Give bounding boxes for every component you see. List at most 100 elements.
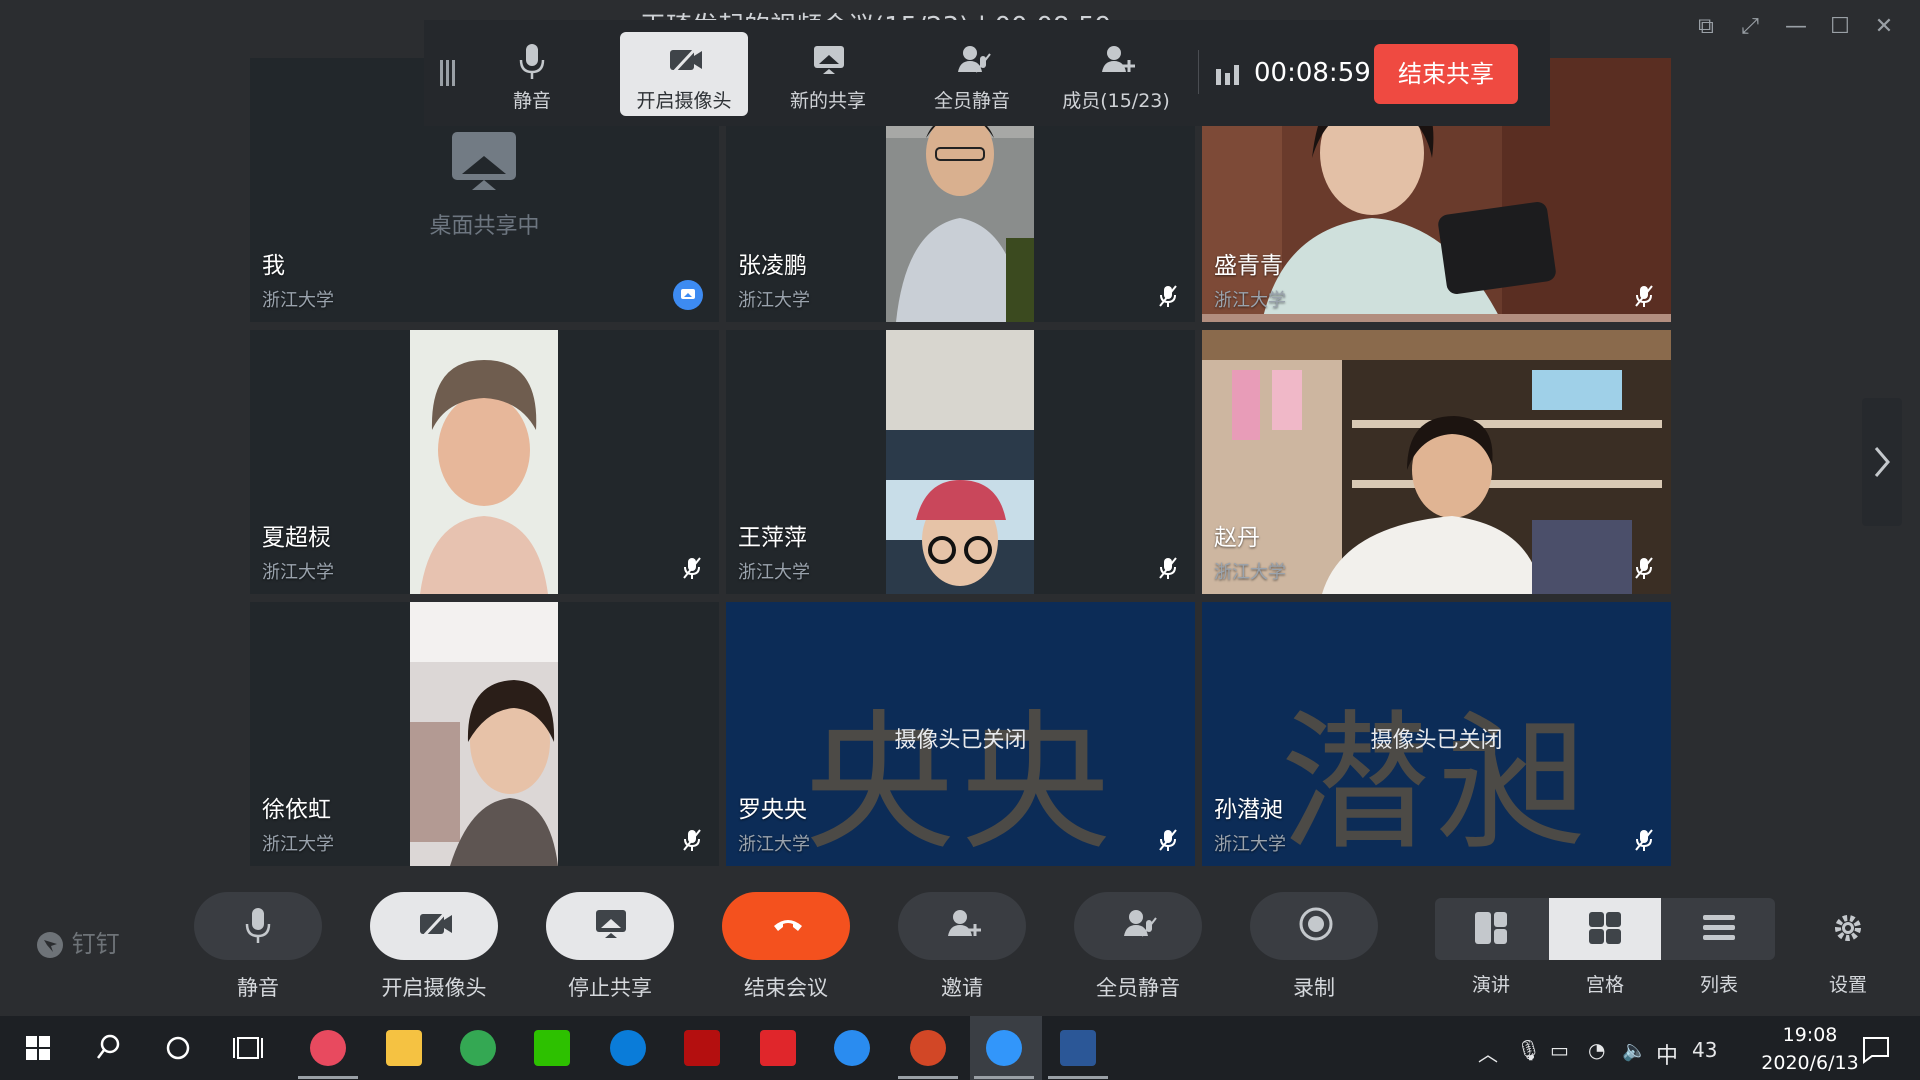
participant-name: 盛青青 [1214, 253, 1283, 279]
start-icon[interactable] [14, 1026, 62, 1070]
close-icon[interactable]: ✕ [1866, 12, 1902, 42]
ime-indicator[interactable]: 中 [1656, 1038, 1678, 1070]
signal-strength-icon [1216, 65, 1239, 85]
toolbar-camera-button[interactable]: 开启摄像头 [620, 32, 748, 116]
running-indicator [1048, 1076, 1108, 1079]
running-indicator [898, 1076, 958, 1079]
cortana-icon[interactable] [154, 1026, 202, 1070]
powerpoint-icon[interactable] [910, 1030, 946, 1066]
record-button[interactable] [1250, 892, 1378, 960]
participant-tile[interactable]: 徐依虹 浙江大学 [250, 602, 719, 866]
participant-tile[interactable]: 王萍萍 浙江大学 [726, 330, 1195, 594]
file-explorer-icon[interactable] [386, 1030, 422, 1066]
youdao-icon[interactable] [760, 1030, 796, 1066]
word-icon[interactable] [1060, 1030, 1096, 1066]
clock-time[interactable]: 19:08 [1760, 1024, 1860, 1046]
battery-icon[interactable]: ▭ [1550, 1038, 1569, 1062]
maximize-icon[interactable]: ☐ [1822, 12, 1858, 42]
toolbar-mute-all-button[interactable]: 全员静音 [908, 32, 1036, 116]
list-layout-button[interactable] [1663, 898, 1775, 960]
dingtalk-icon[interactable] [986, 1030, 1022, 1066]
meeting-timer: 00:08:59 [1254, 58, 1371, 88]
toolbar-divider [1198, 50, 1199, 94]
invite-button[interactable] [898, 892, 1026, 960]
video-feed [410, 602, 558, 866]
windows-taskbar: ︿ 🎙 ▭ ◔ 🔈 中 43 19:08 2020/6/13 [0, 1016, 1920, 1080]
show-hidden-icons-icon[interactable]: ︿ [1478, 1038, 1498, 1067]
running-indicator [298, 1076, 358, 1079]
settings-label: 设置 [1828, 974, 1867, 996]
minimize-icon[interactable]: — [1778, 12, 1814, 42]
video-feed [1202, 330, 1671, 594]
mic-muted-icon [1635, 557, 1653, 579]
mute-label: 静音 [237, 976, 279, 1000]
participant-tile[interactable]: 央央 摄像头已关闭 罗央央 浙江大学 [726, 602, 1195, 866]
mute-all-button[interactable] [1074, 892, 1202, 960]
participant-name: 张凌鹏 [738, 253, 807, 279]
layout-switcher [1435, 898, 1775, 960]
add-member-icon [1102, 46, 1135, 72]
volume-icon[interactable]: 🔈 [1622, 1038, 1647, 1062]
search-icon[interactable] [84, 1026, 132, 1070]
participant-tile[interactable]: 赵丹 浙江大学 [1202, 330, 1671, 594]
mute-all-label: 全员静音 [1096, 976, 1180, 1000]
grid-layout-icon [1589, 912, 1621, 944]
acrobat-icon[interactable] [684, 1030, 720, 1066]
participant-name: 王萍萍 [738, 525, 807, 551]
mute-all-icon [1124, 910, 1157, 937]
mic-muted-icon [1159, 557, 1177, 579]
participant-org: 浙江大学 [1214, 290, 1286, 311]
participant-org: 浙江大学 [262, 290, 334, 311]
gear-icon[interactable] [1832, 912, 1864, 944]
end-meeting-button[interactable] [722, 892, 850, 960]
speaker-layout-button[interactable] [1435, 898, 1547, 960]
screen-share-icon [596, 910, 626, 938]
participant-org: 浙江大学 [262, 834, 334, 855]
participant-org: 浙江大学 [262, 562, 334, 583]
toolbar-mute-button[interactable]: 静音 [468, 32, 596, 116]
pin-icon[interactable]: ⧉ [1688, 12, 1724, 42]
invite-icon [948, 910, 981, 936]
feishu-icon[interactable] [834, 1030, 870, 1066]
mic-muted-icon [1159, 285, 1177, 307]
task-view-icon[interactable] [224, 1026, 272, 1070]
mic-muted-icon [1635, 285, 1653, 307]
toolbar-camera-label: 开启摄像头 [636, 90, 732, 112]
mute-button[interactable] [194, 892, 322, 960]
participant-org: 浙江大学 [1214, 562, 1286, 583]
screen-share-icon [814, 46, 844, 74]
chrome-icon[interactable] [460, 1030, 496, 1066]
stop-share-button[interactable] [546, 892, 674, 960]
fullscreen-icon[interactable]: ⤢ [1732, 12, 1768, 42]
list-layout-icon [1703, 915, 1735, 940]
microphone-icon [245, 908, 271, 943]
toolbar-new-share-label: 新的共享 [789, 90, 866, 112]
chevron-right-icon [1874, 447, 1890, 477]
mic-muted-icon [683, 557, 701, 579]
list-layout-label: 列表 [1699, 974, 1738, 996]
participant-name: 徐依虹 [262, 797, 331, 823]
end-share-button[interactable]: 结束共享 [1374, 44, 1518, 104]
participant-name: 罗央央 [738, 797, 807, 823]
dingtalk-logo: 钉钉 [36, 924, 120, 959]
mic-muted-icon [683, 829, 701, 851]
microphone-tray-icon[interactable]: 🎙 [1516, 1038, 1541, 1062]
participant-org: 浙江大学 [738, 562, 810, 583]
edge-icon[interactable] [610, 1030, 646, 1066]
grid-layout-button[interactable] [1549, 898, 1661, 960]
toolbar-mute-label: 静音 [512, 90, 551, 112]
participant-tile[interactable]: 夏超棂 浙江大学 [250, 330, 719, 594]
wifi-icon[interactable]: ◔ [1588, 1038, 1605, 1062]
toolbar-members-button[interactable]: 成员(15/23) [1052, 32, 1180, 116]
grid-layout-label: 宫格 [1585, 974, 1624, 996]
app-icon[interactable] [310, 1030, 346, 1066]
action-center-icon[interactable] [1860, 1034, 1892, 1064]
drag-handle-icon[interactable] [438, 58, 458, 88]
next-page-button[interactable] [1862, 398, 1902, 526]
participant-tile[interactable]: 潜昶 摄像头已关闭 孙潜昶 浙江大学 [1202, 602, 1671, 866]
notification-badge[interactable]: 43 [1692, 1038, 1717, 1062]
clock-date[interactable]: 2020/6/13 [1752, 1052, 1868, 1074]
wechat-icon[interactable] [534, 1030, 570, 1066]
toolbar-new-share-button[interactable]: 新的共享 [764, 32, 892, 116]
camera-button[interactable] [370, 892, 498, 960]
